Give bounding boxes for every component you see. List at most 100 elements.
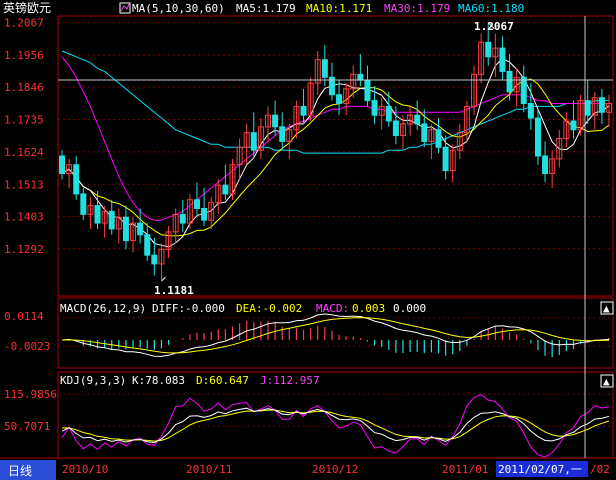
candlestick [456, 123, 463, 159]
macd-extra: 0.000 [393, 302, 426, 315]
candle-body [73, 164, 80, 195]
candlestick [59, 150, 65, 180]
y-tick-label: 1.1403 [4, 210, 44, 223]
cursor-date: 2011/02/07,一 [498, 463, 582, 476]
y-tick-label: 1.2067 [4, 17, 44, 30]
candlestick [442, 135, 449, 180]
candlestick [307, 77, 314, 121]
candlestick [208, 196, 215, 229]
y-tick-label: 1.1735 [4, 114, 44, 127]
candlestick [314, 51, 321, 95]
candlestick [499, 36, 506, 81]
candlestick [279, 112, 286, 151]
candle-body [385, 105, 392, 122]
candle-body [279, 126, 286, 142]
candle-body [144, 234, 151, 256]
candlestick [193, 182, 200, 218]
candle-body [357, 73, 364, 81]
candle-body [321, 59, 328, 78]
candlestick [478, 33, 485, 84]
macd-panel [61, 313, 610, 358]
candlestick [328, 62, 335, 101]
candlestick [201, 188, 208, 226]
x-label-nov: 2010/11 [186, 463, 232, 476]
candle-body [250, 132, 257, 151]
candlestick [87, 196, 94, 229]
candlestick [222, 164, 229, 200]
candle-body [392, 120, 399, 137]
candlestick [229, 158, 236, 200]
macd-label: MACD: [316, 302, 349, 315]
candlestick [570, 100, 577, 139]
kdj-panel-toggle-button[interactable]: ▲ [600, 374, 614, 388]
macd-diff-line [61, 313, 610, 357]
candle-body [201, 208, 208, 221]
candlestick [563, 112, 570, 148]
candle-body [300, 105, 307, 116]
ma30-value: MA30:1.179 [384, 2, 450, 15]
candle-body [371, 100, 378, 116]
y-tick-label: 1.1624 [4, 146, 44, 159]
y-tick-label: 1.1292 [4, 243, 44, 256]
candle-body [421, 123, 428, 142]
y-tick-label: 1.1956 [4, 49, 44, 62]
ma10-line [61, 78, 610, 237]
candlestick [165, 226, 172, 259]
macd-dea-line [61, 317, 610, 354]
candle-body [520, 76, 527, 104]
candlestick [158, 243, 165, 282]
candlestick [300, 88, 307, 124]
candlestick [527, 83, 534, 130]
y-tick-label: 1.1846 [4, 81, 44, 94]
macd-y-mid: -0.0023 [4, 340, 50, 353]
ma30-line [61, 56, 609, 221]
macd-dea: DEA:-0.002 [236, 302, 302, 315]
candle-body [108, 210, 115, 230]
candlestick [130, 217, 137, 253]
candlestick [250, 112, 257, 156]
main-y-axis: 1.2067 1.1956 1.1846 1.1735 1.1624 1.1513 1.14… [4, 17, 44, 256]
macd-value: 0.003 [352, 302, 385, 315]
candle-body [222, 184, 229, 195]
candlestick [435, 118, 442, 154]
candlestick [80, 188, 87, 221]
candle-body [442, 146, 449, 172]
candlestick [343, 83, 350, 116]
candlestick [73, 156, 80, 200]
candlestick [549, 150, 556, 189]
candlestick [336, 80, 343, 116]
macd-panel-toggle-button[interactable]: ▲ [600, 301, 614, 315]
kdj-y-mid: 50.7071 [4, 420, 50, 433]
period-tab-daily[interactable]: 日线 [0, 460, 56, 480]
ma60-value: MA60:1.180 [458, 2, 524, 15]
high-price-label: 1.2067 [474, 20, 514, 33]
stock-chart[interactable]: 1.2067 1.1956 1.1846 1.1735 1.1624 1.1513 1.14… [0, 0, 616, 480]
candle-body [506, 70, 513, 93]
ma60-line [61, 50, 609, 154]
candle-body [193, 199, 200, 209]
x-label-trail: /02 [590, 463, 610, 476]
macd-params: MACD(26,12,9) [60, 302, 146, 315]
arrow-up-icon: ▲ [603, 302, 610, 315]
candle-body [598, 97, 605, 113]
candle-body [584, 100, 591, 116]
x-label-dec: 2010/12 [312, 463, 358, 476]
period-tab-label: 日线 [8, 464, 32, 478]
candlestick [179, 199, 186, 232]
candlestick [577, 94, 584, 136]
candle-body [137, 222, 144, 236]
candlestick [137, 208, 144, 244]
low-marker-arrow [161, 276, 166, 282]
x-label-jan: 2011/01 [442, 463, 488, 476]
candlestick [108, 199, 115, 235]
candle-body [534, 117, 541, 157]
candlestick [428, 123, 435, 159]
kdj-params: KDJ(9,3,3) [60, 374, 126, 387]
candle-body [499, 47, 506, 72]
candlestick [598, 88, 605, 124]
ma-line-icon[interactable] [119, 2, 131, 14]
candle-body [59, 155, 65, 174]
arrow-up-icon: ▲ [603, 375, 610, 388]
ma5-value: MA5:1.179 [236, 2, 296, 15]
candlestick [357, 53, 364, 86]
